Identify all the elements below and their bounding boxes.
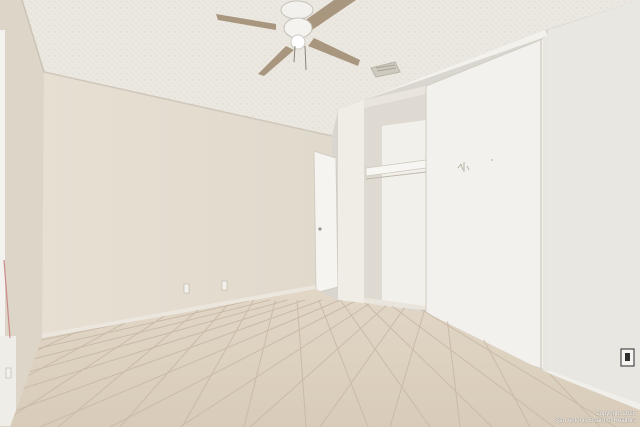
empty-bedroom-photo: Copyright 2025 San Antonio Board of Real… [0,0,640,427]
copyright-year: Copyright 2025 [595,411,636,417]
closet-wall-pillar [338,100,364,308]
wall-outlet-back-2 [221,280,228,291]
window-trim [0,30,5,340]
closet-sliding-door[interactable] [425,37,546,371]
copyright-owner: San Antonio Board of Realtors [555,418,636,424]
wall-outlet-back-1 [183,283,190,294]
closet-interior [364,86,427,310]
wall-outlet-left [5,367,12,379]
bedroom-door[interactable] [313,150,339,294]
copyright-watermark: Copyright 2025 San Antonio Board of Real… [555,411,636,425]
